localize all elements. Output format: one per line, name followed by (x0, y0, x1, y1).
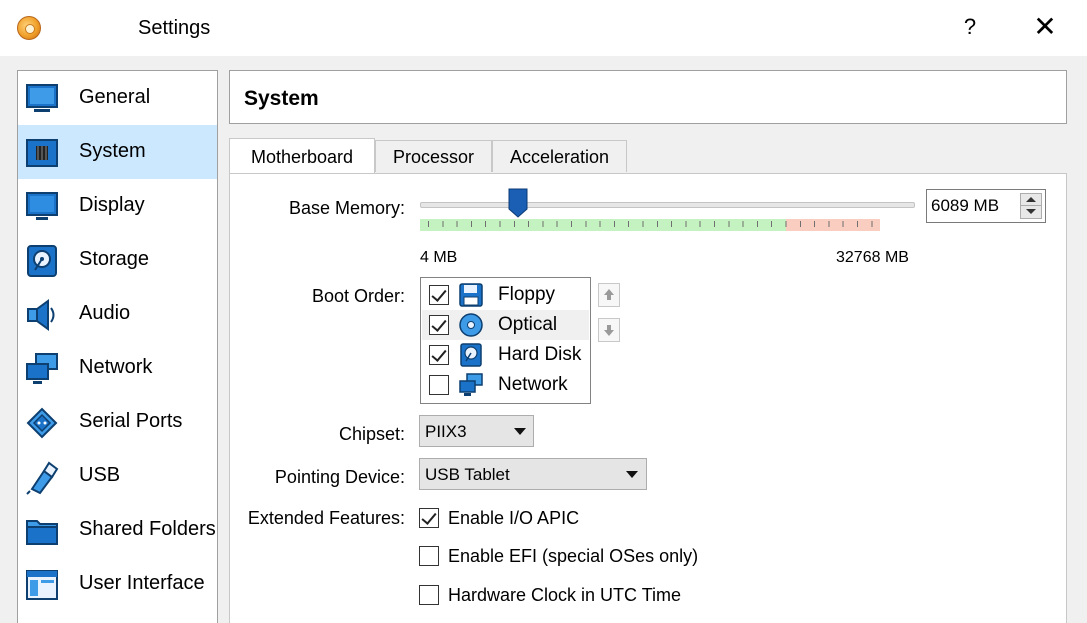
chevron-down-icon (626, 471, 638, 478)
boot-item-floppy[interactable]: Floppy (422, 280, 589, 310)
base-memory-scale (420, 219, 880, 231)
boot-network-checkbox[interactable] (429, 375, 449, 395)
page-header: System (229, 70, 1067, 124)
help-button[interactable]: ? (958, 14, 982, 40)
boot-floppy-checkbox[interactable] (429, 285, 449, 305)
chevron-down-icon (514, 428, 526, 435)
system-icon (26, 139, 58, 167)
network-icon (459, 373, 483, 396)
page-title: System (244, 87, 319, 110)
boot-item-network[interactable]: Network (422, 370, 589, 400)
serial-ports-icon (26, 407, 58, 439)
sidebar-item-display[interactable]: Display (18, 179, 217, 233)
sidebar-item-shared-folders[interactable]: Shared Folders (18, 503, 217, 557)
base-memory-slider-track[interactable] (420, 202, 915, 208)
boot-item-label: Hard Disk (498, 344, 582, 365)
shared-folders-icon (26, 520, 58, 545)
pointing-device-value: USB Tablet (425, 465, 510, 484)
usb-icon (26, 461, 59, 495)
sidebar-item-system[interactable]: System (18, 125, 217, 179)
window-title: Settings (138, 17, 211, 39)
boot-item-label: Floppy (498, 284, 556, 305)
base-memory-label: Base Memory: (288, 198, 405, 218)
optical-icon (459, 313, 483, 337)
sidebar-item-label: Storage (79, 248, 150, 270)
network-icon (26, 353, 58, 384)
display-icon (26, 192, 58, 220)
sidebar-item-usb[interactable]: USB (18, 449, 217, 503)
base-memory-slider-handle[interactable] (508, 188, 528, 218)
pointing-device-label: Pointing Device: (274, 467, 405, 487)
base-memory-min-label: 4 MB (420, 249, 458, 266)
tab-bar: Motherboard Processor Acceleration (229, 138, 1067, 174)
sidebar-item-label: Serial Ports (79, 410, 183, 432)
sidebar-item-label: General (79, 86, 151, 108)
audio-icon (27, 299, 55, 331)
arrow-down-icon (1026, 209, 1036, 214)
base-memory-spinbox[interactable] (926, 189, 1046, 223)
arrow-down-icon (604, 325, 614, 336)
base-memory-max-label: 32768 MB (836, 249, 909, 266)
sidebar-item-label: User Interface (79, 572, 205, 594)
close-button[interactable]: ✕ (1031, 10, 1059, 43)
spin-buttons (1020, 193, 1042, 219)
sidebar-item-label: Display (79, 194, 145, 216)
boot-order-label: Boot Order: (311, 286, 405, 306)
chipset-label: Chipset: (338, 424, 405, 444)
boot-item-hard-disk[interactable]: Hard Disk (422, 340, 589, 370)
tab-processor[interactable]: Processor (375, 140, 492, 172)
motherboard-panel: Base Memory: 4 MB 32768 MB Boot Order: (229, 173, 1067, 623)
sidebar-item-label: Network (79, 356, 153, 378)
sidebar-item-label: USB (79, 464, 121, 486)
enable-efi-checkbox[interactable] (419, 546, 439, 566)
hard-disk-icon (460, 343, 482, 367)
sidebar-item-storage[interactable]: Storage (18, 233, 217, 287)
boot-order-list: Floppy Optical Hard Disk Network (420, 277, 591, 404)
floppy-icon (459, 283, 483, 307)
spin-down-button[interactable] (1021, 206, 1041, 218)
hardware-clock-utc-checkbox[interactable] (419, 585, 439, 605)
tab-motherboard[interactable]: Motherboard (229, 138, 375, 174)
boot-item-optical[interactable]: Optical (422, 310, 589, 340)
settings-window: Settings ? ✕ General System Display Stor… (0, 0, 1087, 623)
settings-sidebar: General System Display Storage Audio Net… (17, 70, 218, 623)
general-icon (26, 84, 58, 112)
pointing-device-select[interactable]: USB Tablet (419, 458, 647, 490)
title-bar: Settings ? ✕ (0, 0, 1087, 56)
settings-main: System Motherboard Processor Acceleratio… (229, 70, 1067, 623)
sidebar-item-general[interactable]: General (18, 71, 217, 125)
user-interface-icon (26, 570, 58, 600)
sidebar-item-label: Shared Folders (79, 518, 216, 540)
arrow-up-icon (604, 289, 614, 300)
boot-move-down-button[interactable] (598, 318, 620, 342)
enable-io-apic-checkbox[interactable] (419, 508, 439, 528)
spin-up-button[interactable] (1021, 194, 1041, 206)
base-memory-input[interactable] (931, 195, 1015, 217)
chipset-select[interactable]: PIIX3 (419, 415, 534, 447)
sidebar-item-audio[interactable]: Audio (18, 287, 217, 341)
boot-move-up-button[interactable] (598, 283, 620, 307)
extended-features-label: Extended Features: (247, 508, 405, 528)
sidebar-item-network[interactable]: Network (18, 341, 217, 395)
boot-item-label: Optical (498, 314, 558, 335)
sidebar-item-label: Audio (79, 302, 131, 324)
storage-icon (27, 245, 57, 277)
sidebar-item-serial-ports[interactable]: Serial Ports (18, 395, 217, 449)
hardware-clock-utc-label: Hardware Clock in UTC Time (448, 585, 682, 605)
boot-item-label: Network (498, 374, 568, 395)
enable-efi-label: Enable EFI (special OSes only) (448, 546, 699, 566)
sidebar-item-label: System (79, 140, 146, 162)
boot-hard-disk-checkbox[interactable] (429, 345, 449, 365)
arrow-up-icon (1026, 197, 1036, 202)
virtualbox-app-icon (17, 16, 41, 40)
tab-acceleration[interactable]: Acceleration (492, 140, 627, 172)
sidebar-item-user-interface[interactable]: User Interface (18, 557, 217, 611)
enable-io-apic-label: Enable I/O APIC (448, 508, 580, 528)
scale-ticks (420, 219, 880, 231)
chipset-value: PIIX3 (425, 422, 467, 441)
boot-optical-checkbox[interactable] (429, 315, 449, 335)
